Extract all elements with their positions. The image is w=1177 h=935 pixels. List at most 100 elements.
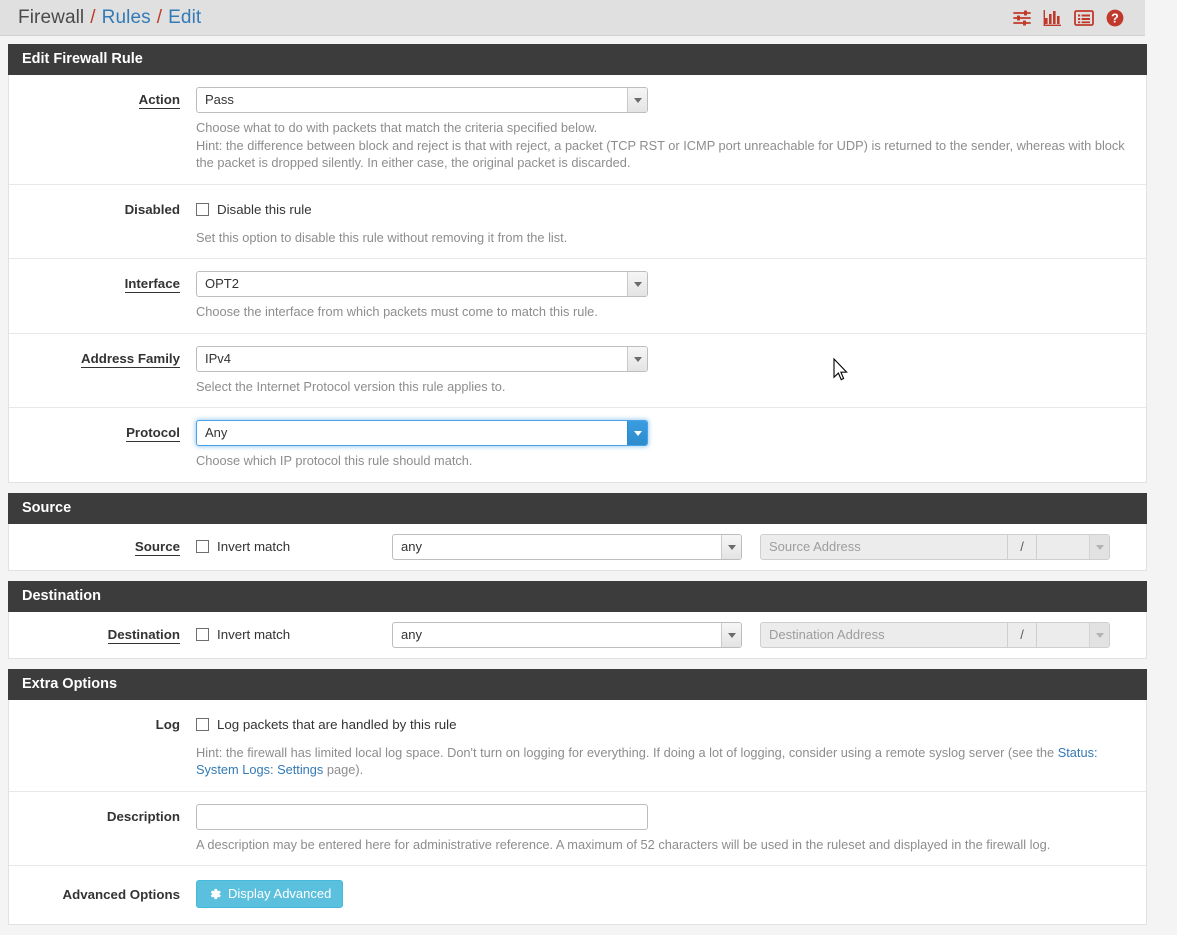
label-protocol: Protocol <box>126 425 180 442</box>
bar-chart-icon[interactable] <box>1043 8 1063 28</box>
form-row-action: Action Pass Choose what to do with packe… <box>9 75 1146 185</box>
help-log-before: Hint: the firewall has limited local log… <box>196 744 1058 760</box>
gear-icon <box>208 887 222 901</box>
destination-cidr-select[interactable] <box>1036 621 1110 648</box>
help-address-family: Select the Internet Protocol version thi… <box>196 378 506 394</box>
list-icon[interactable] <box>1074 8 1094 28</box>
destination-invert-cell: Invert match <box>196 622 392 648</box>
chevron-down-icon[interactable] <box>1089 534 1109 559</box>
interface-select-value: OPT2 <box>205 276 239 291</box>
topbar-icon-group: ? <box>1012 8 1125 28</box>
interface-select[interactable]: OPT2 <box>196 271 648 297</box>
label-disabled: Disabled <box>124 201 180 217</box>
label-address-family: Address Family <box>80 350 180 368</box>
panel-edit-firewall-rule: Edit Firewall Rule Action Pass Choose wh… <box>8 44 1147 483</box>
source-address-group: / <box>760 533 1110 560</box>
form-row-log: Log Log packets that are handled by this… <box>9 700 1146 792</box>
label-advanced-options: Advanced Options <box>62 887 180 902</box>
address-family-select[interactable]: IPv4 <box>196 345 648 372</box>
source-invert-label: Invert match <box>217 539 291 554</box>
chevron-down-icon[interactable] <box>627 346 647 371</box>
help-action-line1: Choose what to do with packets that matc… <box>196 120 598 135</box>
svg-text:?: ? <box>1111 11 1119 25</box>
label-source: Source <box>134 539 180 556</box>
destination-invert-checkbox-wrapper[interactable]: Invert match <box>196 622 290 648</box>
disable-rule-checkbox-wrapper[interactable]: Disable this rule <box>196 197 312 223</box>
breadcrumb-link-rules[interactable]: Rules <box>102 7 151 29</box>
breadcrumb-separator-2: / <box>156 6 163 28</box>
help-action: Choose what to do with packets that matc… <box>196 119 1126 172</box>
source-invert-checkbox[interactable] <box>196 540 209 553</box>
source-invert-checkbox-wrapper[interactable]: Invert match <box>196 534 290 560</box>
chevron-down-icon[interactable] <box>1089 622 1109 647</box>
destination-invert-label: Invert match <box>217 627 291 642</box>
panel-source: Source Source Invert match any Source Ad… <box>8 492 1147 571</box>
action-select-value: Pass <box>205 92 234 107</box>
panel-destination: Destination Destination Invert match any <box>8 580 1147 659</box>
label-action: Action <box>138 92 180 109</box>
form-row-description: Description A description may be entered… <box>9 792 1146 866</box>
help-action-line2: Hint: the difference between block and r… <box>196 137 1125 171</box>
destination-address-input[interactable] <box>760 621 1008 648</box>
destination-type-cell: any <box>392 621 760 648</box>
source-invert-cell: Invert match <box>196 534 392 560</box>
breadcrumb-separator-1: / <box>90 6 96 28</box>
help-icon[interactable]: ? <box>1105 8 1125 28</box>
breadcrumb-root: Firewall <box>18 6 85 28</box>
help-log: Hint: the firewall has limited local log… <box>196 744 1126 779</box>
display-advanced-button-label: Display Advanced <box>228 886 332 901</box>
help-protocol: Choose which IP protocol this rule shoul… <box>196 453 473 468</box>
description-input[interactable] <box>196 803 648 830</box>
form-row-disabled: Disabled Disable this rule Set this opti… <box>9 185 1146 259</box>
label-description: Description <box>106 808 180 824</box>
label-destination: Destination <box>107 627 180 644</box>
label-log: Log <box>155 716 180 732</box>
display-advanced-button[interactable]: Display Advanced <box>196 880 344 908</box>
destination-type-select-value: any <box>401 626 422 642</box>
form-row-source: Source Invert match any / <box>9 524 1146 570</box>
source-address-slash: / <box>1008 533 1036 560</box>
breadcrumb: Firewall / Rules / Edit <box>18 7 201 29</box>
chevron-down-icon[interactable] <box>627 88 647 112</box>
chevron-down-icon[interactable] <box>627 421 647 445</box>
panel-title-extra-options: Extra Options <box>8 668 1147 700</box>
breadcrumb-bar: Firewall / Rules / Edit ? <box>0 0 1145 36</box>
chevron-down-icon[interactable] <box>721 622 741 647</box>
destination-address-slash: / <box>1008 621 1036 648</box>
label-interface: Interface <box>124 276 180 293</box>
destination-type-select[interactable]: any <box>392 621 742 648</box>
source-type-select-value: any <box>401 538 422 554</box>
breadcrumb-link-edit[interactable]: Edit <box>168 7 201 29</box>
form-row-protocol: Protocol Any Choose which IP protocol th… <box>9 408 1146 482</box>
form-row-interface: Interface OPT2 Choose the interface from… <box>9 259 1146 334</box>
disable-rule-checkbox[interactable] <box>196 203 209 216</box>
help-disabled: Set this option to disable this rule wit… <box>196 229 568 245</box>
source-cidr-select[interactable] <box>1036 533 1110 560</box>
chevron-down-icon[interactable] <box>627 272 647 296</box>
main-content: Edit Firewall Rule Action Pass Choose wh… <box>8 44 1147 935</box>
help-description: A description may be entered here for ad… <box>196 836 1051 852</box>
panel-extra-options: Extra Options Log Log packets that are h… <box>8 668 1147 925</box>
form-row-address-family: Address Family IPv4 Select the Internet … <box>9 334 1146 408</box>
protocol-select[interactable]: Any <box>196 420 648 446</box>
log-packets-label: Log packets that are handled by this rul… <box>217 717 457 732</box>
panel-title-source: Source <box>8 492 1147 524</box>
chevron-down-icon[interactable] <box>721 534 741 559</box>
log-packets-checkbox[interactable] <box>196 718 209 731</box>
source-type-select[interactable]: any <box>392 533 742 560</box>
panel-title-edit-firewall-rule: Edit Firewall Rule <box>8 44 1147 75</box>
form-row-destination: Destination Invert match any / <box>9 612 1146 658</box>
destination-address-group: / <box>760 621 1110 648</box>
panel-title-destination: Destination <box>8 580 1147 612</box>
disable-rule-label: Disable this rule <box>217 202 312 217</box>
source-type-cell: any <box>392 533 760 560</box>
protocol-select-value: Any <box>205 425 228 440</box>
address-family-select-value: IPv4 <box>205 350 232 366</box>
help-log-after: page). <box>323 762 364 777</box>
help-interface: Choose the interface from which packets … <box>196 304 598 319</box>
destination-invert-checkbox[interactable] <box>196 628 209 641</box>
source-address-input[interactable] <box>760 533 1008 560</box>
log-packets-checkbox-wrapper[interactable]: Log packets that are handled by this rul… <box>196 712 457 738</box>
action-select[interactable]: Pass <box>196 87 648 113</box>
sliders-icon[interactable] <box>1012 8 1032 28</box>
